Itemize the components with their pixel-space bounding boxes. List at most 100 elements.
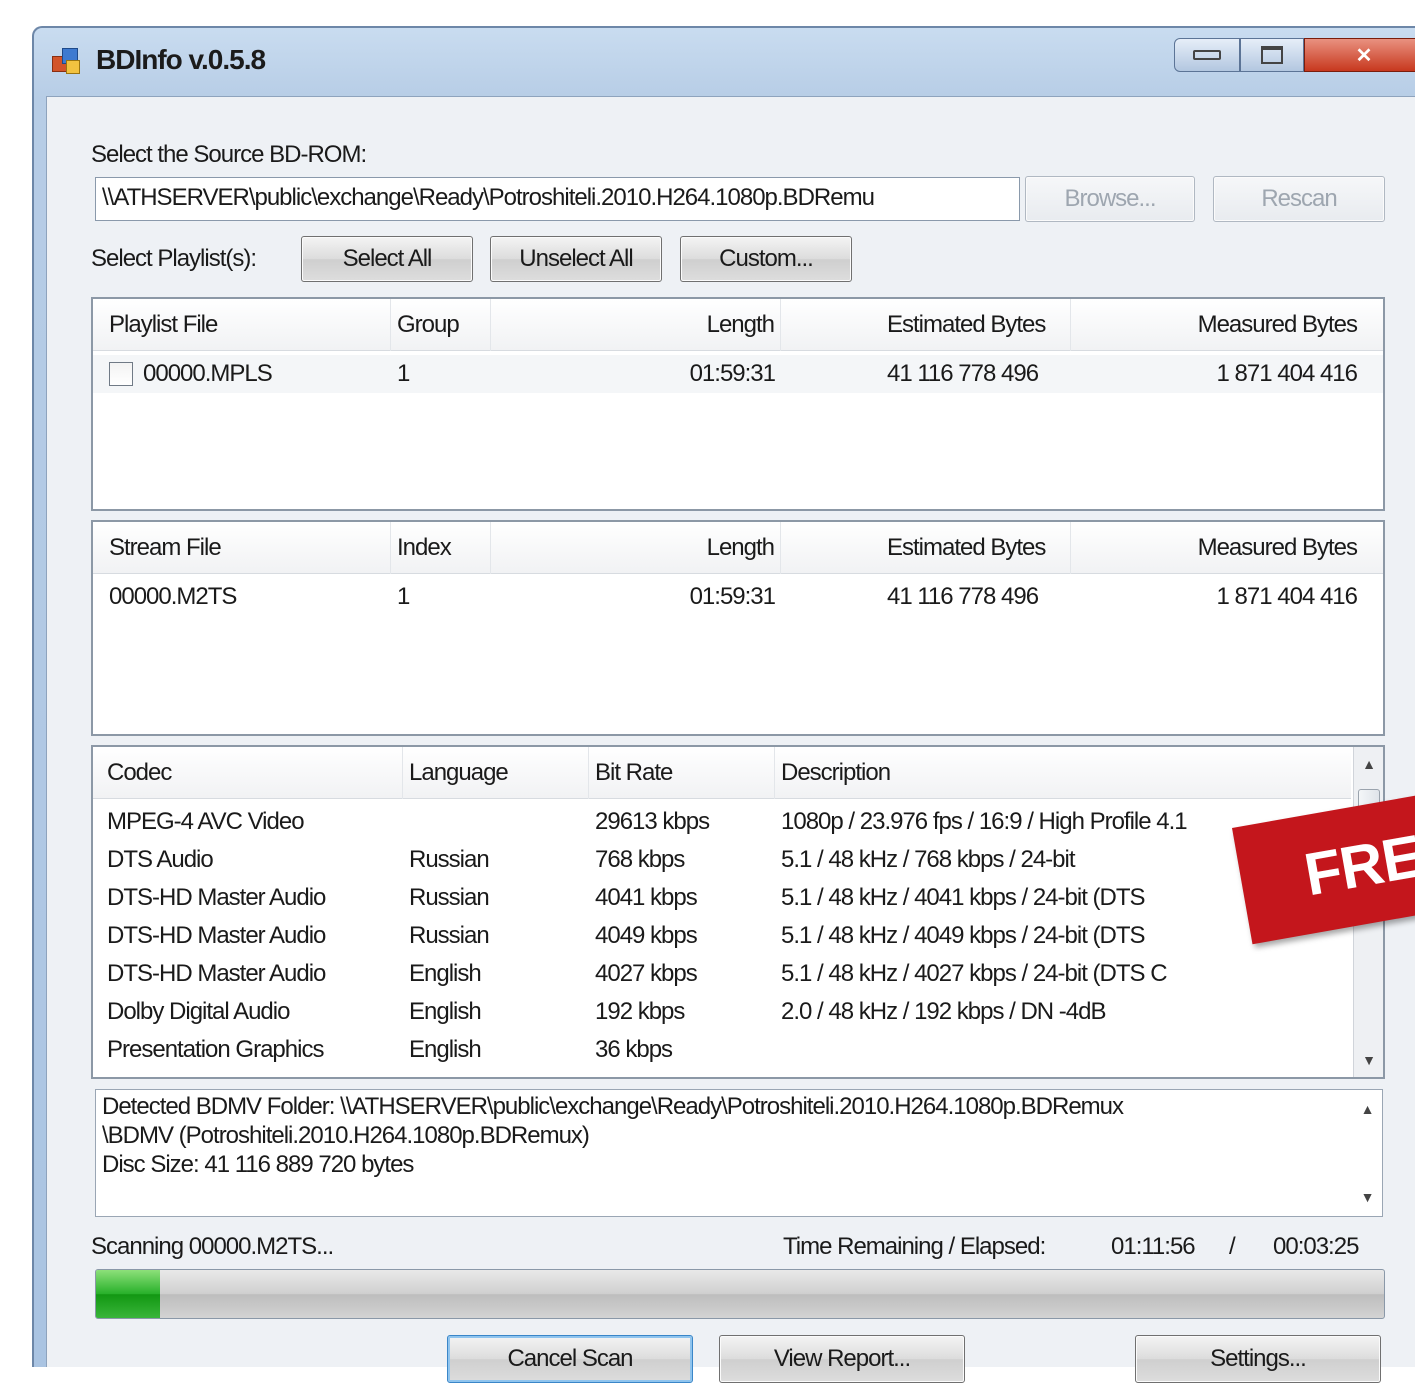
col-group[interactable]: Group	[391, 299, 491, 351]
bdinfo-window: BDInfo v.0.5.8 ✕ Select the Source BD-RO…	[32, 26, 1415, 1383]
scan-progress-fill	[96, 1270, 161, 1318]
scroll-up-icon[interactable]: ▲	[1352, 1096, 1382, 1122]
codec-row[interactable]: DTS-HD Master Audio Russian 4049 kbps 5.…	[93, 917, 1383, 955]
rescan-button[interactable]: Rescan	[1213, 176, 1385, 222]
codec-grid-header: Codec Language Bit Rate Description	[93, 747, 1351, 799]
codec-row[interactable]: MPEG-4 AVC Video 29613 kbps 1080p / 23.9…	[93, 803, 1383, 841]
estimated-bytes-cell: 41 116 778 496	[887, 583, 1039, 610]
select-all-button[interactable]: Select All	[301, 236, 473, 282]
scroll-down-icon[interactable]: ▼	[1352, 1184, 1382, 1210]
source-path-input[interactable]: \\ATHSERVER\public\exchange\Ready\Potros…	[95, 177, 1020, 221]
close-button[interactable]: ✕	[1304, 38, 1415, 72]
codec-row[interactable]: DTS Audio Russian 768 kbps 5.1 / 48 kHz …	[93, 841, 1383, 879]
codec-cell: DTS-HD Master Audio	[107, 884, 326, 911]
time-elapsed: 00:03:25	[1273, 1233, 1359, 1260]
bitrate-cell: 192 kbps	[595, 998, 685, 1025]
bitrate-cell: 768 kbps	[595, 846, 685, 873]
scroll-up-icon[interactable]: ▲	[1354, 751, 1384, 777]
playlist-row[interactable]: 00000.MPLS 1 01:59:31 41 116 778 496 1 8…	[93, 355, 1383, 393]
measured-bytes-cell: 1 871 404 416	[1216, 583, 1358, 610]
col-estimated-bytes[interactable]: Estimated Bytes	[881, 299, 1071, 351]
stream-grid-header: Stream File Index Length Estimated Bytes…	[93, 522, 1383, 574]
stream-grid[interactable]: Stream File Index Length Estimated Bytes…	[91, 520, 1385, 736]
length-cell: 01:59:31	[689, 583, 776, 610]
codec-cell: DTS-HD Master Audio	[107, 922, 326, 949]
col-stream-file[interactable]: Stream File	[103, 522, 391, 574]
col-measured-bytes[interactable]: Measured Bytes	[1071, 522, 1363, 574]
bitrate-cell: 29613 kbps	[595, 808, 710, 835]
scroll-down-icon[interactable]: ▼	[1354, 1047, 1384, 1073]
minimize-button[interactable]	[1174, 38, 1240, 72]
window-title: BDInfo v.0.5.8	[96, 44, 266, 75]
view-report-button[interactable]: View Report...	[719, 1335, 965, 1383]
title-bar[interactable]: BDInfo v.0.5.8 ✕	[34, 28, 1415, 96]
codec-cell: DTS Audio	[107, 846, 214, 873]
col-codec[interactable]: Codec	[101, 747, 403, 799]
col-measured-bytes[interactable]: Measured Bytes	[1071, 299, 1363, 351]
codec-row[interactable]: DTS-HD Master Audio Russian 4041 kbps 5.…	[93, 879, 1383, 917]
language-cell	[403, 803, 589, 841]
log-line: \BDMV (Potroshiteli.2010.H264.1080p.BDRe…	[102, 1122, 590, 1149]
cancel-scan-button[interactable]: Cancel Scan	[447, 1335, 693, 1383]
language-cell: English	[409, 998, 482, 1025]
codec-cell: Dolby Digital Audio	[107, 998, 290, 1025]
codec-cell: MPEG-4 AVC Video	[107, 808, 305, 835]
bitrate-cell: 4049 kbps	[595, 922, 698, 949]
main-panel: Select the Source BD-ROM: \\ATHSERVER\pu…	[46, 96, 1415, 1383]
playlist-checkbox[interactable]	[109, 362, 133, 386]
col-estimated-bytes[interactable]: Estimated Bytes	[881, 522, 1071, 574]
index-cell: 1	[397, 583, 410, 610]
browse-button[interactable]: Browse...	[1025, 176, 1195, 222]
maximize-button[interactable]	[1240, 38, 1304, 72]
bitrate-cell: 36 kbps	[595, 1036, 673, 1063]
description-cell: 5.1 / 48 kHz / 4027 kbps / 24-bit (DTS C	[781, 960, 1168, 987]
col-index[interactable]: Index	[391, 522, 491, 574]
group-cell: 1	[397, 360, 410, 387]
language-cell: Russian	[409, 922, 490, 949]
minimize-icon	[1193, 50, 1221, 60]
col-length[interactable]: Length	[491, 299, 781, 351]
description-cell	[775, 1031, 1335, 1069]
language-cell: Russian	[409, 884, 490, 911]
log-line: Detected BDMV Folder: \\ATHSERVER\public…	[102, 1093, 1124, 1120]
col-language[interactable]: Language	[403, 747, 589, 799]
time-label: Time Remaining / Elapsed:	[783, 1233, 1046, 1260]
stream-row[interactable]: 00000.M2TS 1 01:59:31 41 116 778 496 1 8…	[93, 578, 1383, 616]
playlist-file-name: 00000.MPLS	[143, 360, 273, 387]
col-description[interactable]: Description	[775, 747, 1335, 799]
bitrate-cell: 4041 kbps	[595, 884, 698, 911]
measured-bytes-cell: 1 871 404 416	[1216, 360, 1358, 387]
col-playlist-file[interactable]: Playlist File	[103, 299, 391, 351]
log-scrollbar[interactable]: ▲ ▼	[1352, 1090, 1382, 1216]
codec-row[interactable]: Dolby Digital Audio English 192 kbps 2.0…	[93, 993, 1383, 1031]
time-remaining: 01:11:56	[1111, 1233, 1196, 1260]
codec-cell: Presentation Graphics	[107, 1036, 324, 1063]
scan-progress-bar	[95, 1269, 1385, 1319]
codec-row[interactable]: DTS-HD Master Audio English 4027 kbps 5.…	[93, 955, 1383, 993]
scan-log[interactable]: Detected BDMV Folder: \\ATHSERVER\public…	[95, 1089, 1383, 1217]
description-cell: 2.0 / 48 kHz / 192 kbps / DN -4dB	[781, 998, 1107, 1025]
codec-row[interactable]: Presentation Graphics English 36 kbps	[93, 1031, 1383, 1069]
settings-button[interactable]: Settings...	[1135, 1335, 1381, 1383]
length-cell: 01:59:31	[689, 360, 776, 387]
bitrate-cell: 4027 kbps	[595, 960, 698, 987]
estimated-bytes-cell: 41 116 778 496	[887, 360, 1039, 387]
source-label: Select the Source BD-ROM:	[91, 141, 367, 168]
maximize-icon	[1261, 46, 1283, 64]
codec-grid[interactable]: Codec Language Bit Rate Description MPEG…	[91, 745, 1385, 1079]
col-bit-rate[interactable]: Bit Rate	[589, 747, 775, 799]
playlist-grid-header: Playlist File Group Length Estimated Byt…	[93, 299, 1383, 351]
language-cell: English	[409, 1036, 482, 1063]
time-separator: /	[1229, 1233, 1236, 1260]
close-icon: ✕	[1355, 44, 1373, 67]
playlist-file-cell: 00000.MPLS	[103, 355, 391, 393]
unselect-all-button[interactable]: Unselect All	[490, 236, 662, 282]
codec-cell: DTS-HD Master Audio	[107, 960, 326, 987]
language-cell: Russian	[409, 846, 490, 873]
col-length[interactable]: Length	[491, 522, 781, 574]
log-line: Disc Size: 41 116 889 720 bytes	[102, 1151, 414, 1178]
custom-button[interactable]: Custom...	[680, 236, 852, 282]
scanning-status: Scanning 00000.M2TS...	[91, 1233, 334, 1260]
playlist-grid[interactable]: Playlist File Group Length Estimated Byt…	[91, 297, 1385, 511]
language-cell: English	[409, 960, 482, 987]
